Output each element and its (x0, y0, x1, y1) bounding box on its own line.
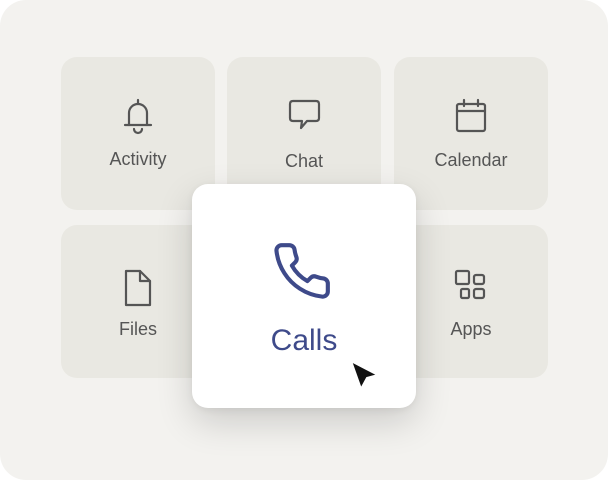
tile-activity[interactable]: Activity (61, 57, 215, 210)
tile-apps-label: Apps (450, 319, 492, 339)
tile-calls-label: Calls (270, 324, 338, 357)
mouse-pointer-icon (350, 360, 379, 390)
tile-chat-label: Chat (284, 151, 324, 171)
apps-grid-icon (454, 269, 486, 300)
phone-icon (274, 243, 330, 299)
chat-bubble-icon (288, 99, 321, 130)
app-launcher-panel: Activity Chat Calendar Files Apps Calls (0, 0, 608, 480)
tile-apps[interactable]: Apps (394, 225, 548, 378)
tile-calls-selected[interactable]: Calls (192, 184, 416, 408)
bell-icon (123, 98, 153, 135)
tile-calendar-label: Calendar (434, 150, 508, 170)
tile-activity-label: Activity (109, 149, 167, 169)
calendar-icon (455, 98, 487, 133)
tile-calendar[interactable]: Calendar (394, 57, 548, 210)
file-icon (124, 269, 152, 307)
